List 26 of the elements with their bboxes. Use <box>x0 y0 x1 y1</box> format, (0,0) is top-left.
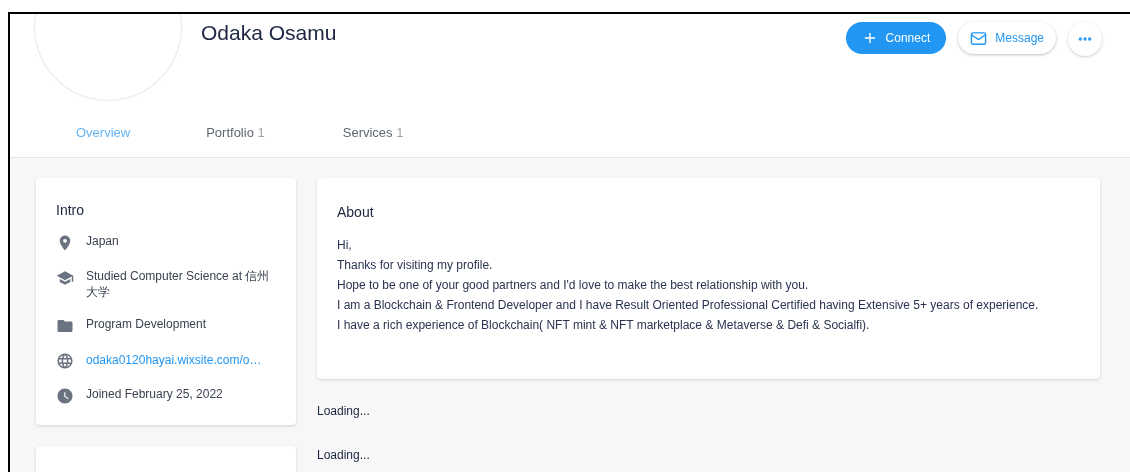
website-link[interactable]: odaka0120hayai.wixsite.com/o… <box>86 351 262 369</box>
clock-icon <box>56 387 74 405</box>
about-text: I have a rich experience of Blockchain( NFT mint & NFT marketplace & Metaverse & Defi & Socialfi). <box>337 317 871 334</box>
folder-icon <box>56 317 74 335</box>
more-button[interactable] <box>1068 22 1102 56</box>
about-text: I am a Blockchain & Frontend Developer and I have Result Oriented Professional Certified having Extensive 5+ years of experience. <box>337 297 1040 314</box>
profile-tab[interactable]: Portfolio 1 <box>206 123 265 143</box>
intro-text: Japan <box>86 233 120 249</box>
loading-text: Loading... <box>317 447 371 464</box>
about-title: About <box>337 203 375 222</box>
graduation-cap-icon <box>56 269 74 287</box>
intro-text: Joined February 25, 2022 <box>86 386 224 402</box>
connect-button[interactable]: Connect <box>845 22 947 54</box>
profile-tab[interactable]: Overview <box>76 123 131 143</box>
intro-title: Intro <box>56 201 85 220</box>
mail-icon <box>970 29 988 47</box>
message-button[interactable]: Message <box>958 22 1056 54</box>
about-text: Hope to be one of your good partners and I'd love to make the best relationship with you. <box>337 277 810 294</box>
about-text: Thanks for visiting my profile. <box>337 257 494 274</box>
profile-name: Odaka Osamu <box>201 20 337 46</box>
loading-text: Loading... <box>317 403 371 420</box>
intro-text: Studied Computer Science at 信州大学 <box>86 268 271 300</box>
globe-icon <box>56 352 74 370</box>
profile-tab[interactable]: Services 1 <box>342 123 404 143</box>
intro-text: Program Development <box>86 316 208 332</box>
about-text: Hi, <box>337 237 353 254</box>
